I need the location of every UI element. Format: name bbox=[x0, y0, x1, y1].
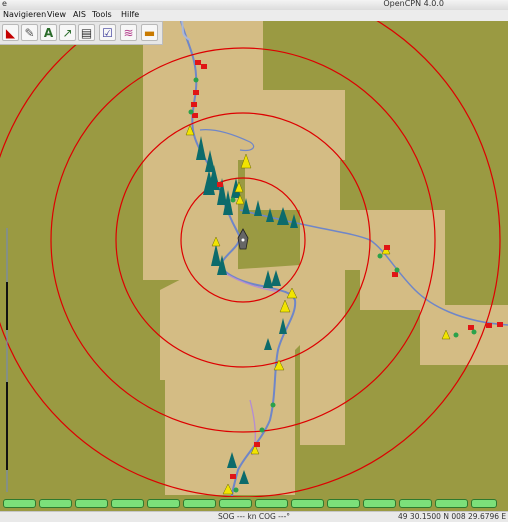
menu-navigieren[interactable]: Navigieren bbox=[3, 10, 46, 19]
text-icon: A bbox=[43, 25, 54, 40]
toolbar-button-pen[interactable]: ✎ bbox=[21, 24, 38, 41]
toolbar-button-ruler[interactable]: ◣ bbox=[2, 24, 19, 41]
settings-icon: ≋ bbox=[123, 25, 134, 40]
menu-ais[interactable]: AIS bbox=[73, 10, 86, 19]
main-toolbar: ◣ ✎ A ↗ ▤ ☑ ≋ ▬ bbox=[0, 21, 163, 45]
menu-tools[interactable]: Tools bbox=[92, 10, 112, 19]
chart-bar-key[interactable] bbox=[39, 499, 72, 508]
pen-icon: ✎ bbox=[24, 25, 35, 40]
toolbar-button-text[interactable]: A bbox=[40, 24, 57, 41]
chart-bar-key[interactable] bbox=[147, 499, 180, 508]
window-menu-icon[interactable]: e bbox=[2, 0, 7, 8]
toolbar-button-print[interactable]: ▤ bbox=[78, 24, 95, 41]
chart-bar-key[interactable] bbox=[399, 499, 432, 508]
chart-bar-key[interactable] bbox=[75, 499, 108, 508]
chart-bar bbox=[0, 497, 508, 511]
chart-bar-key[interactable] bbox=[363, 499, 396, 508]
chart-bar-key[interactable] bbox=[255, 499, 288, 508]
chart-bar-key[interactable] bbox=[435, 499, 468, 508]
status-bar: SOG --- kn COG ---° 49 30.1500 N 008 29.… bbox=[0, 511, 508, 522]
tide-icon: ▬ bbox=[143, 25, 156, 40]
chart-bar-key[interactable] bbox=[471, 499, 497, 508]
sog-cog-readout: SOG --- kn COG ---° bbox=[218, 512, 291, 521]
opencpn-window: e OpenCPN 4.0.0 Navigieren View AIS Tool… bbox=[0, 0, 508, 522]
chart-bar-key[interactable] bbox=[219, 499, 252, 508]
toolbar-button-tide[interactable]: ▬ bbox=[141, 24, 158, 41]
route-icon: ↗ bbox=[62, 25, 73, 40]
menu-hilfe[interactable]: Hilfe bbox=[121, 10, 139, 19]
position-readout: 49 30.1500 N 008 29.6796 E bbox=[398, 512, 507, 521]
chart-bar-key[interactable] bbox=[291, 499, 324, 508]
toolbar-button-settings[interactable]: ≋ bbox=[120, 24, 137, 41]
chart-bar-key[interactable] bbox=[3, 499, 36, 508]
ruler-icon: ◣ bbox=[5, 25, 16, 40]
chart-bar-key[interactable] bbox=[183, 499, 216, 508]
menu-view[interactable]: View bbox=[47, 10, 66, 19]
window-title: OpenCPN 4.0.0 bbox=[383, 0, 444, 8]
print-icon: ▤ bbox=[80, 25, 93, 40]
toolbar-button-route-manager[interactable]: ☑ bbox=[99, 24, 116, 41]
chart-bar-key[interactable] bbox=[327, 499, 360, 508]
toolbar-button-route[interactable]: ↗ bbox=[59, 24, 76, 41]
chart-bar-key[interactable] bbox=[111, 499, 144, 508]
route-manager-icon: ☑ bbox=[102, 25, 113, 40]
chart-canvas[interactable] bbox=[0, 21, 508, 497]
